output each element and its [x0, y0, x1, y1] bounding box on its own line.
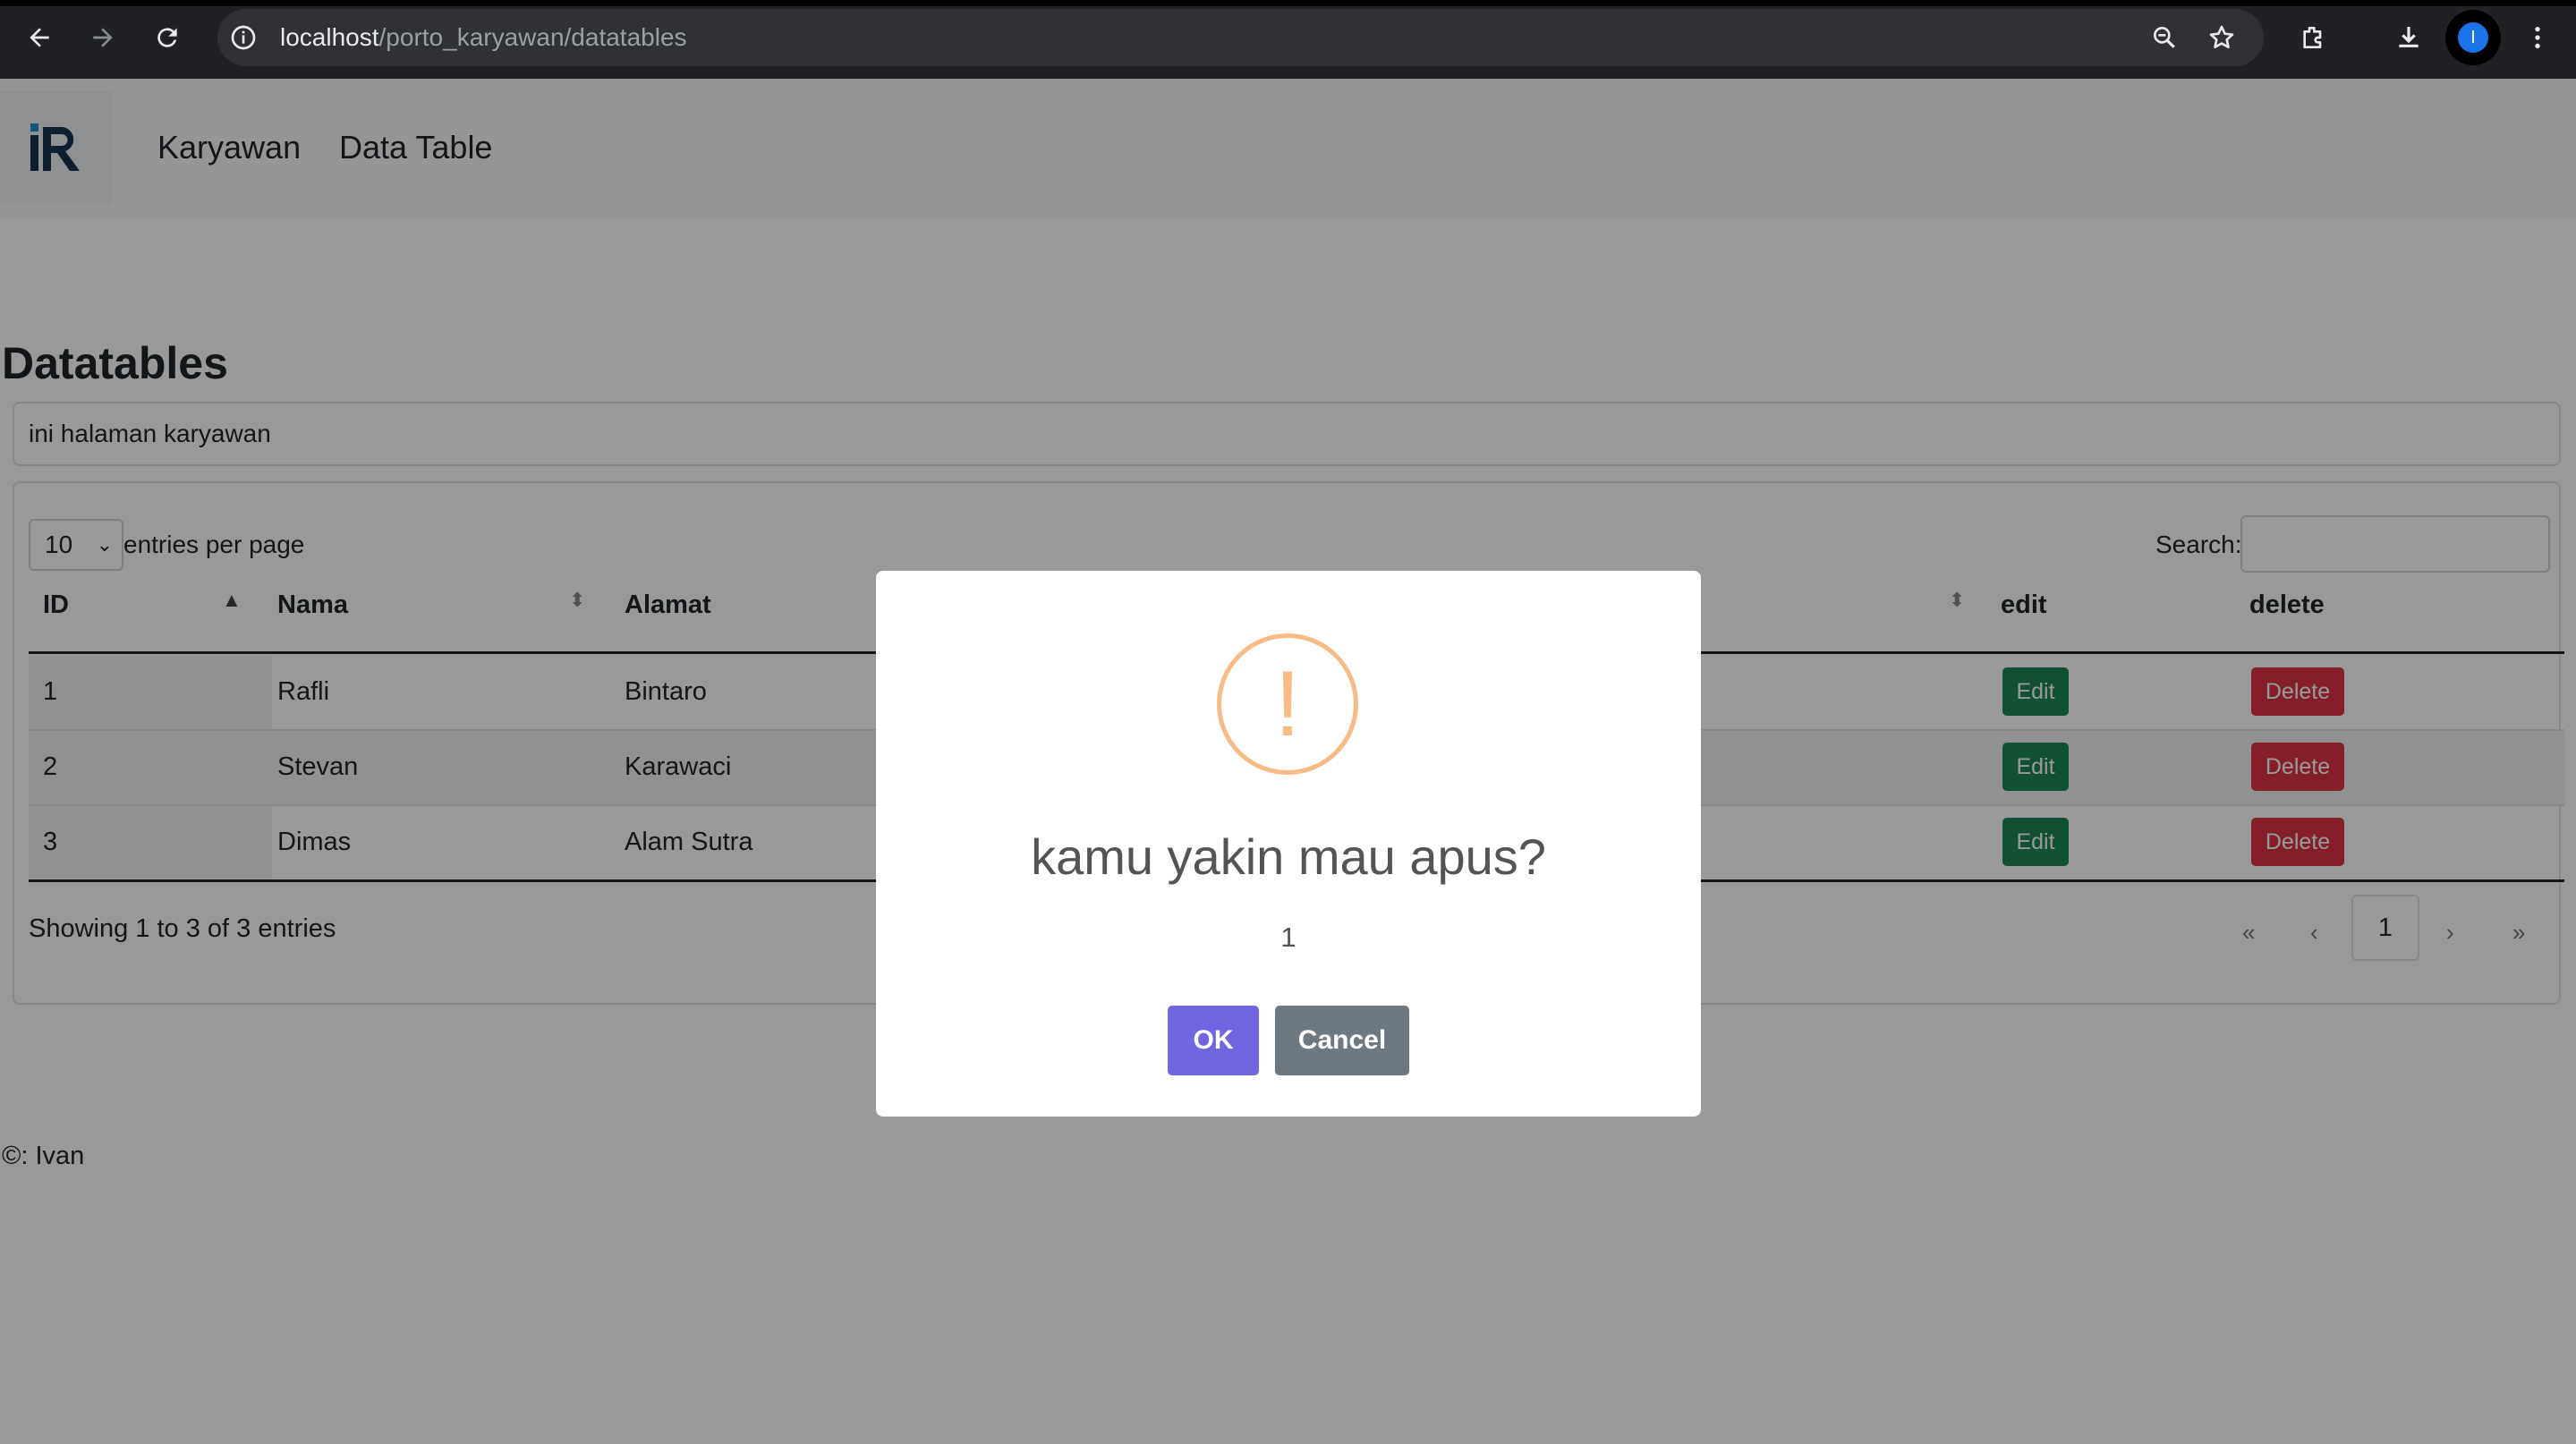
dialog-title: kamu yakin mau apus?: [1031, 828, 1546, 885]
browser-toolbar: localhost/porto_karyawan/datatables I: [0, 0, 2576, 79]
download-icon[interactable]: [2389, 18, 2428, 57]
url-path: /porto_karyawan/datatables: [378, 23, 687, 51]
confirm-dialog: ! kamu yakin mau apus? 1 OK Cancel: [876, 571, 1701, 1117]
cancel-button[interactable]: Cancel: [1275, 1006, 1409, 1075]
profile-avatar[interactable]: I: [2455, 20, 2491, 55]
url-text[interactable]: localhost/porto_karyawan/datatables: [280, 20, 687, 55]
reload-icon[interactable]: [148, 18, 187, 57]
extensions-icon[interactable]: [2293, 18, 2333, 57]
dialog-text: 1: [1280, 922, 1297, 953]
ok-button[interactable]: OK: [1168, 1006, 1259, 1075]
window-edge: [0, 0, 2576, 6]
site-info-icon[interactable]: [225, 20, 261, 55]
bookmark-star-icon[interactable]: [2202, 18, 2241, 57]
url-host: localhost: [280, 23, 379, 51]
menu-kebab-icon[interactable]: [2518, 18, 2557, 57]
back-icon[interactable]: [20, 18, 59, 57]
zoom-icon[interactable]: [2145, 18, 2184, 57]
warning-icon: !: [1217, 633, 1358, 775]
modal-backdrop[interactable]: ! kamu yakin mau apus? 1 OK Cancel: [0, 79, 2576, 1444]
forward-icon[interactable]: [83, 18, 123, 57]
